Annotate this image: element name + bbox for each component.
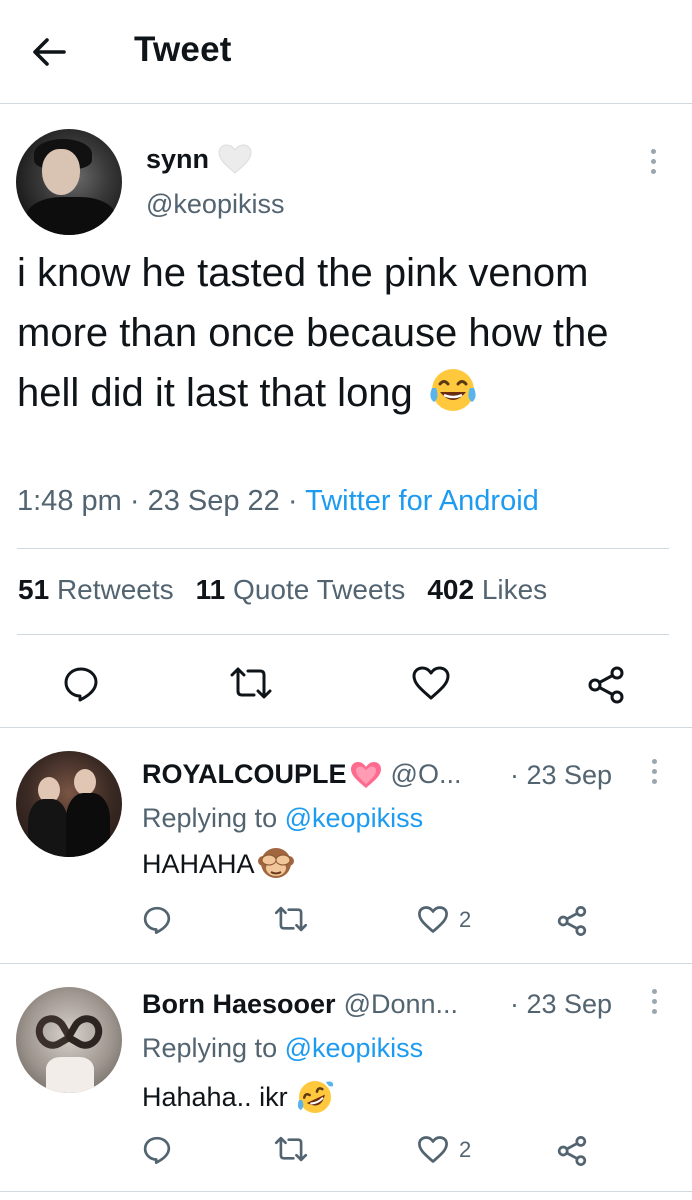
like-button[interactable]: 2 xyxy=(417,1135,471,1164)
main-tweet: synn @keopikiss i know he tasted the pin… xyxy=(0,105,692,728)
tweet-meta: 1:48 pm · 23 Sep 22 · Twitter for Androi… xyxy=(17,485,539,518)
like-icon xyxy=(412,666,450,700)
share-icon xyxy=(557,1136,587,1166)
reply-time[interactable]: · 23 Sep xyxy=(510,760,612,791)
author-name[interactable]: synn xyxy=(146,143,253,175)
reply-tweet[interactable]: Born Haesooer @Donn... · 23 Sep Replying… xyxy=(0,965,692,1192)
back-button[interactable] xyxy=(28,32,70,72)
share-button[interactable] xyxy=(586,665,626,705)
likes-label: Likes xyxy=(481,574,548,605)
like-icon xyxy=(418,1136,448,1163)
reply-body: HAHAHA xyxy=(142,848,255,879)
reply-icon xyxy=(64,667,98,702)
like-button[interactable]: 2 xyxy=(417,905,471,934)
retweet-button[interactable] xyxy=(273,1135,309,1163)
share-button[interactable] xyxy=(556,905,588,937)
meta-separator: · xyxy=(287,485,306,517)
reply-icon xyxy=(143,1136,171,1164)
retweets-stat[interactable]: 51 Retweets xyxy=(18,574,174,606)
divider xyxy=(17,548,669,549)
see-no-evil-monkey-icon xyxy=(257,848,294,878)
replying-prefix: Replying to xyxy=(142,803,278,833)
replying-to: Replying to @keopikiss xyxy=(142,803,423,834)
more-options-icon[interactable] xyxy=(650,759,658,784)
reply-time[interactable]: · 23 Sep xyxy=(510,989,612,1020)
handle: @O... xyxy=(390,759,462,789)
reply-text: Hahaha.. ikr xyxy=(142,1078,334,1116)
tweet-time[interactable]: 1:48 pm xyxy=(17,485,122,517)
engagement-stats: 51 Retweets 11 Quote Tweets 402 Likes xyxy=(18,574,547,606)
reply-button[interactable] xyxy=(142,905,172,935)
reply-author[interactable]: Born Haesooer @Donn... xyxy=(142,989,458,1020)
display-name: synn xyxy=(146,143,210,174)
divider xyxy=(17,634,669,635)
quotes-count: 11 xyxy=(195,574,226,605)
share-icon xyxy=(588,666,624,704)
avatar[interactable] xyxy=(16,129,122,235)
avatar[interactable] xyxy=(16,751,122,857)
more-options-icon[interactable] xyxy=(650,989,658,1014)
retweets-label: Retweets xyxy=(56,574,174,605)
avatar[interactable] xyxy=(16,987,122,1093)
face-with-tears-of-joy-icon xyxy=(430,369,476,411)
pink-heart-icon xyxy=(350,761,381,788)
share-button[interactable] xyxy=(556,1135,588,1167)
retweets-count: 51 xyxy=(18,574,50,605)
reply-button[interactable] xyxy=(62,665,100,703)
tweet-body: i know he tasted the pink venom more tha… xyxy=(17,251,609,415)
reply-icon xyxy=(143,906,171,934)
retweet-icon xyxy=(274,906,308,932)
tweet-date[interactable]: 23 Sep 22 xyxy=(148,485,280,517)
display-name: ROYALCOUPLE xyxy=(142,759,347,789)
reply-author[interactable]: ROYALCOUPLE @O... xyxy=(142,759,461,790)
reply-button[interactable] xyxy=(142,1135,172,1165)
meta-separator: · xyxy=(129,485,148,517)
like-button[interactable] xyxy=(411,665,451,701)
replying-prefix: Replying to xyxy=(142,1033,278,1063)
mention-link[interactable]: @keopikiss xyxy=(285,803,423,833)
retweet-icon xyxy=(230,667,272,699)
arrow-left-icon xyxy=(33,38,66,66)
replying-to: Replying to @keopikiss xyxy=(142,1033,423,1064)
quotes-stat[interactable]: 11 Quote Tweets xyxy=(196,574,406,606)
reply-body: Hahaha.. ikr xyxy=(142,1081,288,1112)
top-bar: Tweet xyxy=(0,0,692,104)
retweet-icon xyxy=(274,1136,308,1162)
more-options-icon[interactable] xyxy=(649,149,657,174)
handle: @Donn... xyxy=(343,989,459,1019)
tweet-text: i know he tasted the pink venom more tha… xyxy=(17,243,677,423)
white-heart-icon xyxy=(218,144,252,174)
like-count: 2 xyxy=(459,1136,472,1162)
retweet-button[interactable] xyxy=(228,665,274,701)
page-title: Tweet xyxy=(134,30,232,69)
share-icon xyxy=(557,906,587,936)
retweet-button[interactable] xyxy=(273,905,309,933)
like-count: 2 xyxy=(459,906,472,932)
likes-count: 402 xyxy=(427,574,475,605)
reply-tweet[interactable]: ROYALCOUPLE @O... · 23 Sep Replying to @… xyxy=(0,729,692,964)
likes-stat[interactable]: 402 Likes xyxy=(427,574,547,606)
tweet-source[interactable]: Twitter for Android xyxy=(305,485,539,517)
rolling-on-floor-laughing-icon xyxy=(297,1081,333,1113)
author-handle[interactable]: @keopikiss xyxy=(146,189,284,220)
mention-link[interactable]: @keopikiss xyxy=(285,1033,423,1063)
quotes-label: Quote Tweets xyxy=(233,574,406,605)
reply-text: HAHAHA xyxy=(142,845,295,883)
display-name: Born Haesooer xyxy=(142,989,336,1019)
like-icon xyxy=(418,906,448,933)
